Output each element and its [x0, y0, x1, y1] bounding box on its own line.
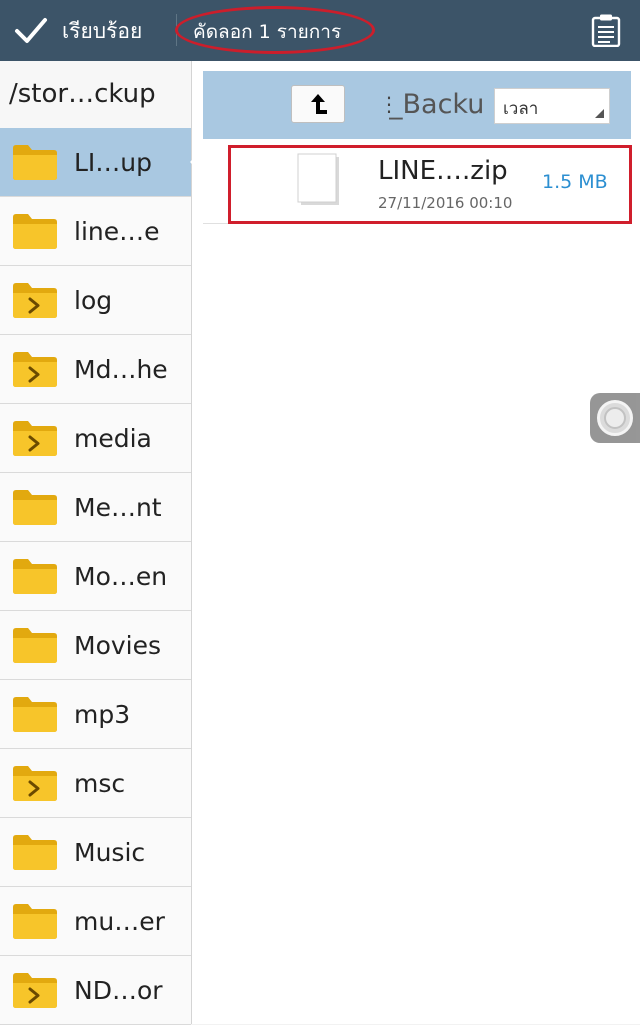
folder-item[interactable]: Md…he: [0, 335, 191, 404]
folder-label: Mo…en: [74, 561, 168, 591]
folder-label: msc: [74, 768, 126, 798]
folder-label: line…e: [74, 216, 160, 246]
sort-dropdown[interactable]: เวลา: [494, 88, 610, 124]
current-path[interactable]: /stor…ckup: [0, 61, 191, 129]
floating-assistive-button[interactable]: [590, 393, 640, 443]
navigation-bar: ⋮ _Backup เวลา: [203, 71, 631, 139]
folder-icon: [13, 559, 57, 594]
folder-tree-panel: /stor…ckup LI…up line…e log Md…he media Me…nt…: [0, 61, 202, 1025]
folder-icon: [13, 835, 57, 870]
folder-icon: [13, 697, 57, 732]
folder-label: LI…up: [74, 147, 153, 177]
folder-label: mp3: [74, 699, 131, 729]
done-button[interactable]: เรียบร้อย: [14, 10, 142, 52]
sort-label: เวลา: [503, 99, 539, 119]
folder-item[interactable]: msc: [0, 749, 191, 818]
folder-item[interactable]: Music: [0, 818, 191, 887]
folder-icon: [13, 904, 57, 939]
folder-label: mu…er: [74, 906, 165, 936]
arrow-up-icon: [311, 94, 327, 114]
folder-item[interactable]: ND…or: [0, 956, 191, 1025]
folder-label: log: [74, 285, 113, 315]
folder-label: ND…or: [74, 975, 163, 1005]
folder-item[interactable]: Mo…en: [0, 542, 191, 611]
paste-button[interactable]: [590, 13, 622, 48]
folder-arrow-icon: [13, 766, 57, 801]
folder-item[interactable]: Movies: [0, 611, 191, 680]
checkmark-icon: [15, 18, 47, 43]
folder-item[interactable]: mu…er: [0, 887, 191, 956]
folder-item[interactable]: media: [0, 404, 191, 473]
action-bar: เรียบร้อย คัดลอก 1 รายการ: [0, 0, 640, 61]
annotation-rectangle: [228, 145, 632, 224]
folder-icon: [13, 490, 57, 525]
folder-arrow-icon: [13, 973, 57, 1008]
folder-icon: [13, 214, 57, 249]
folder-label: Me…nt: [74, 492, 162, 522]
folder-label: Music: [74, 837, 146, 867]
folder-arrow-icon: [13, 421, 57, 456]
annotation-ellipse: [175, 6, 375, 54]
folder-list: LI…up line…e log Md…he media Me…nt Mo…en Movies…: [0, 128, 202, 1025]
folder-item[interactable]: mp3: [0, 680, 191, 749]
assistive-core-icon: [604, 407, 626, 429]
done-label: เรียบร้อย: [62, 18, 143, 43]
current-folder-name: _Backup: [389, 89, 485, 120]
folder-icon: [13, 628, 57, 663]
folder-label: media: [74, 423, 152, 453]
folder-item[interactable]: Me…nt: [0, 473, 191, 542]
folder-item[interactable]: LI…up: [0, 128, 202, 197]
folder-arrow-icon: [13, 283, 57, 318]
clipboard-icon: [591, 14, 621, 48]
folder-arrow-icon: [13, 352, 57, 387]
folder-item[interactable]: log: [0, 266, 191, 335]
up-folder-button[interactable]: [291, 85, 345, 123]
folder-item[interactable]: line…e: [0, 197, 191, 266]
folder-label: Movies: [74, 630, 162, 660]
folder-icon: [13, 145, 57, 180]
dropdown-arrow-icon: [595, 109, 604, 118]
folder-label: Md…he: [74, 354, 168, 384]
